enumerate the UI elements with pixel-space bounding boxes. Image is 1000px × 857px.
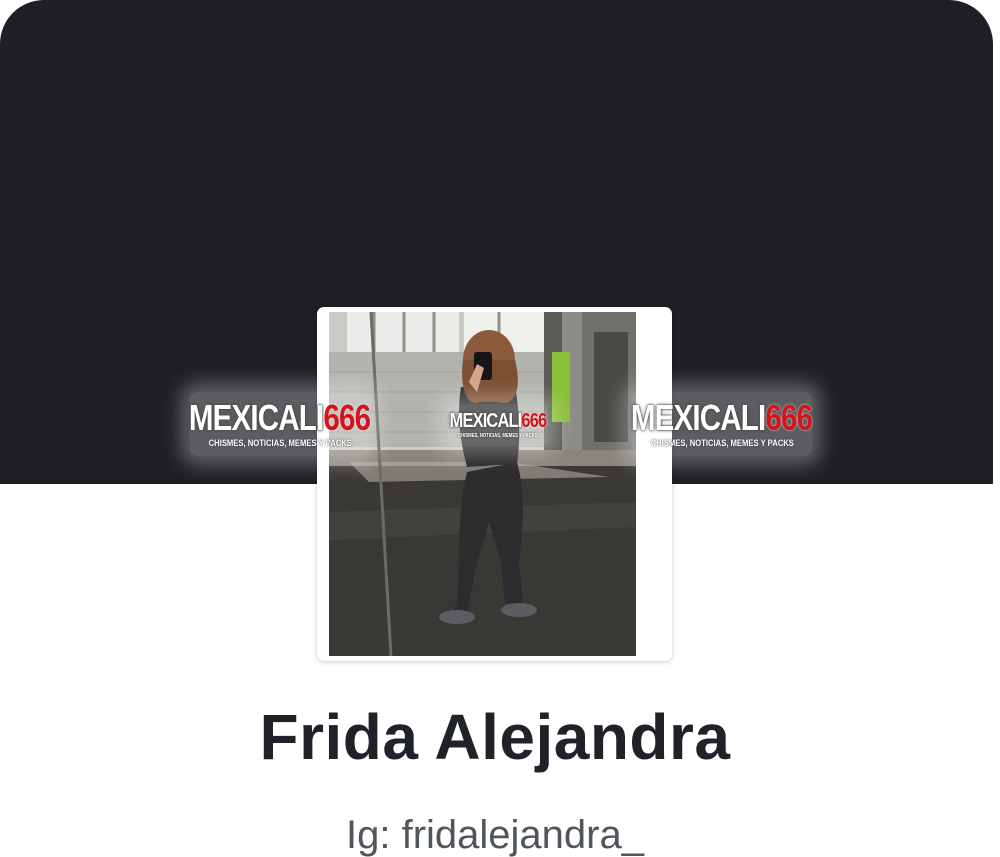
watermark-logo: MEXICALI666 CHISMES, NOTICIAS, MEMES Y P… (448, 404, 548, 446)
watermark-brand-text: MEXICALI (189, 397, 324, 438)
watermark-logo: MEXICALI666 CHISMES, NOTICIAS, MEMES Y P… (189, 392, 372, 456)
watermark-brand-number: 666 (765, 397, 814, 438)
profile-bio: Ig: fridalejandra_ (346, 813, 644, 857)
watermark-brand-number: 666 (521, 410, 547, 432)
profile-page: MEXICALI666 CHISMES, NOTICIAS, MEMES Y P… (0, 0, 1000, 857)
watermark-brand-number: 666 (323, 397, 372, 438)
profile-picture-frame[interactable] (317, 307, 672, 661)
watermark-logo: MEXICALI666 CHISMES, NOTICIAS, MEMES Y P… (631, 392, 814, 456)
watermark-tagline: CHISMES, NOTICIAS, MEMES Y PACKS (458, 433, 538, 439)
profile-name: Frida Alejandra (259, 701, 731, 773)
gym-mirror-selfie-image (329, 312, 636, 656)
watermark-brand-text: MEXICALI (631, 397, 766, 438)
watermark-tagline: CHISMES, NOTICIAS, MEMES Y PACKS (650, 438, 794, 448)
watermark-tagline: CHISMES, NOTICIAS, MEMES Y PACKS (208, 438, 352, 448)
watermark-brand-text: MEXICALI (449, 410, 523, 432)
profile-picture[interactable] (329, 312, 636, 656)
